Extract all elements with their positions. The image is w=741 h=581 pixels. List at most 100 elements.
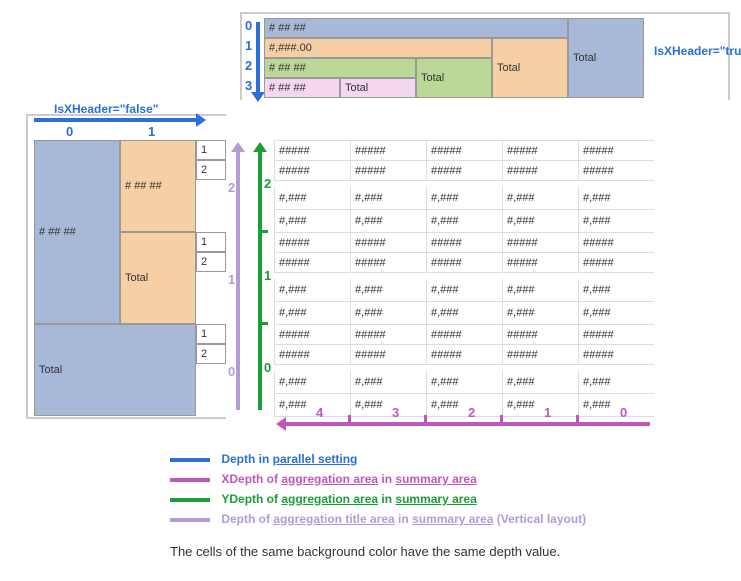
data-cell: #,### bbox=[426, 279, 502, 302]
ptick-3 bbox=[500, 415, 503, 425]
aggt-2: 2 bbox=[228, 180, 235, 195]
l2-u2: summary area bbox=[395, 472, 476, 486]
data-cell: #,### bbox=[274, 210, 350, 233]
data-area: ########################################… bbox=[274, 140, 654, 416]
yh-g1-2: 2 bbox=[196, 252, 226, 272]
yh-c0-1: Total bbox=[34, 324, 196, 416]
data-cell: #,### bbox=[502, 302, 578, 325]
xdepth-2: 2 bbox=[245, 58, 252, 73]
xd-1: 1 bbox=[544, 405, 551, 420]
data-cell: #,### bbox=[274, 394, 350, 417]
data-cell: #,### bbox=[502, 187, 578, 210]
xheader-depth-arrow bbox=[256, 22, 260, 96]
data-cell: #,### bbox=[350, 187, 426, 210]
xheader-tag: IsXHeader="true" bbox=[654, 44, 741, 58]
xd-2: 2 bbox=[468, 405, 475, 420]
xd-4: 4 bbox=[316, 405, 323, 420]
yd-2: 2 bbox=[264, 176, 271, 191]
yh-c1-1: Total bbox=[120, 232, 196, 324]
legend-row-pink: XDepth of aggregation area in summary ar… bbox=[170, 472, 690, 486]
data-cell: ##### bbox=[274, 345, 350, 365]
yheader-tag: IsXHeader="false" bbox=[54, 102, 158, 116]
data-cell: ##### bbox=[578, 161, 654, 181]
aggt-0: 0 bbox=[228, 364, 235, 379]
legend-row-green: YDepth of aggregation area in summary ar… bbox=[170, 492, 690, 506]
swatch-blue bbox=[170, 458, 210, 462]
yh-c1-0: # ## ## bbox=[120, 140, 196, 232]
yheader-depth-arrow bbox=[34, 118, 200, 122]
ptick-2 bbox=[424, 415, 427, 425]
data-cell: ##### bbox=[578, 253, 654, 273]
data-cell: ##### bbox=[578, 345, 654, 365]
data-cell: #,### bbox=[502, 210, 578, 233]
l2-pre: XDepth of bbox=[221, 472, 281, 486]
data-cell: ##### bbox=[274, 161, 350, 181]
ydepth-0: 0 bbox=[66, 124, 73, 139]
ydepth-1: 1 bbox=[148, 124, 155, 139]
data-cell: #,### bbox=[578, 394, 654, 417]
swatch-pink bbox=[170, 478, 210, 482]
swatch-green bbox=[170, 498, 210, 502]
data-cell: #,### bbox=[350, 371, 426, 394]
data-cell: ##### bbox=[274, 325, 350, 345]
data-cell: #,### bbox=[426, 302, 502, 325]
data-cell: #,### bbox=[426, 371, 502, 394]
l1-u1: parallel setting bbox=[273, 452, 358, 466]
data-cell: ##### bbox=[274, 253, 350, 273]
l3-u1: aggregation area bbox=[281, 492, 378, 506]
ydepth-arrowhead bbox=[253, 142, 267, 152]
yh-g2-2: 2 bbox=[196, 344, 226, 364]
data-cell: #,### bbox=[350, 210, 426, 233]
data-cell: ##### bbox=[426, 253, 502, 273]
yd-0: 0 bbox=[264, 360, 271, 375]
data-cell: #,### bbox=[350, 302, 426, 325]
xd-3: 3 bbox=[392, 405, 399, 420]
data-cell: #,### bbox=[502, 394, 578, 417]
gtick-2 bbox=[258, 322, 268, 325]
data-cell: #,### bbox=[578, 302, 654, 325]
xh-r3-0: # ## ## bbox=[264, 78, 340, 98]
yh-g1-1: 1 bbox=[196, 232, 226, 252]
data-cell: #,### bbox=[502, 371, 578, 394]
data-cell: ##### bbox=[274, 141, 350, 161]
l1-pre: Depth in bbox=[221, 452, 272, 466]
data-cell: #,### bbox=[578, 279, 654, 302]
l2-mid: in bbox=[378, 472, 395, 486]
xh-r2-0: # ## ## bbox=[264, 58, 416, 78]
data-cell: ##### bbox=[426, 161, 502, 181]
data-cell: #,### bbox=[578, 210, 654, 233]
l4-mid: in bbox=[395, 512, 412, 526]
data-cell: ##### bbox=[350, 233, 426, 253]
data-cell: #,### bbox=[274, 187, 350, 210]
xh-r1-total: Total bbox=[492, 38, 568, 98]
l4-u1: aggregation title area bbox=[273, 512, 394, 526]
data-cell: ##### bbox=[350, 161, 426, 181]
data-cell: ##### bbox=[426, 141, 502, 161]
data-cell: ##### bbox=[578, 325, 654, 345]
data-cell: ##### bbox=[350, 325, 426, 345]
yheader-depth-arrowhead bbox=[196, 113, 206, 127]
data-cell: #,### bbox=[426, 210, 502, 233]
l3-pre: YDepth of bbox=[221, 492, 281, 506]
data-cell: #,### bbox=[350, 279, 426, 302]
l4-u2: summary area bbox=[412, 512, 493, 526]
ptick-4 bbox=[576, 415, 579, 425]
data-cell: ##### bbox=[502, 325, 578, 345]
xdepth-0: 0 bbox=[245, 18, 252, 33]
xh-r3-total: Total bbox=[340, 78, 416, 98]
xdepth-3: 3 bbox=[245, 78, 252, 93]
data-cell: #,### bbox=[502, 279, 578, 302]
data-cell: ##### bbox=[502, 141, 578, 161]
legend-row-blue: Depth in parallel setting bbox=[170, 452, 690, 466]
data-cell: #,### bbox=[426, 394, 502, 417]
data-cell: ##### bbox=[350, 141, 426, 161]
l2-u1: aggregation area bbox=[281, 472, 378, 486]
aggtitle-arrowhead bbox=[231, 142, 245, 152]
data-cell: ##### bbox=[426, 233, 502, 253]
diagram-stage: IsXHeader="true" IsXHeader="false" 0 1 2… bbox=[20, 8, 740, 573]
data-cell: ##### bbox=[502, 233, 578, 253]
data-cell: ##### bbox=[350, 345, 426, 365]
data-cell: ##### bbox=[502, 253, 578, 273]
l3-u2: summary area bbox=[395, 492, 476, 506]
yd-1: 1 bbox=[264, 268, 271, 283]
